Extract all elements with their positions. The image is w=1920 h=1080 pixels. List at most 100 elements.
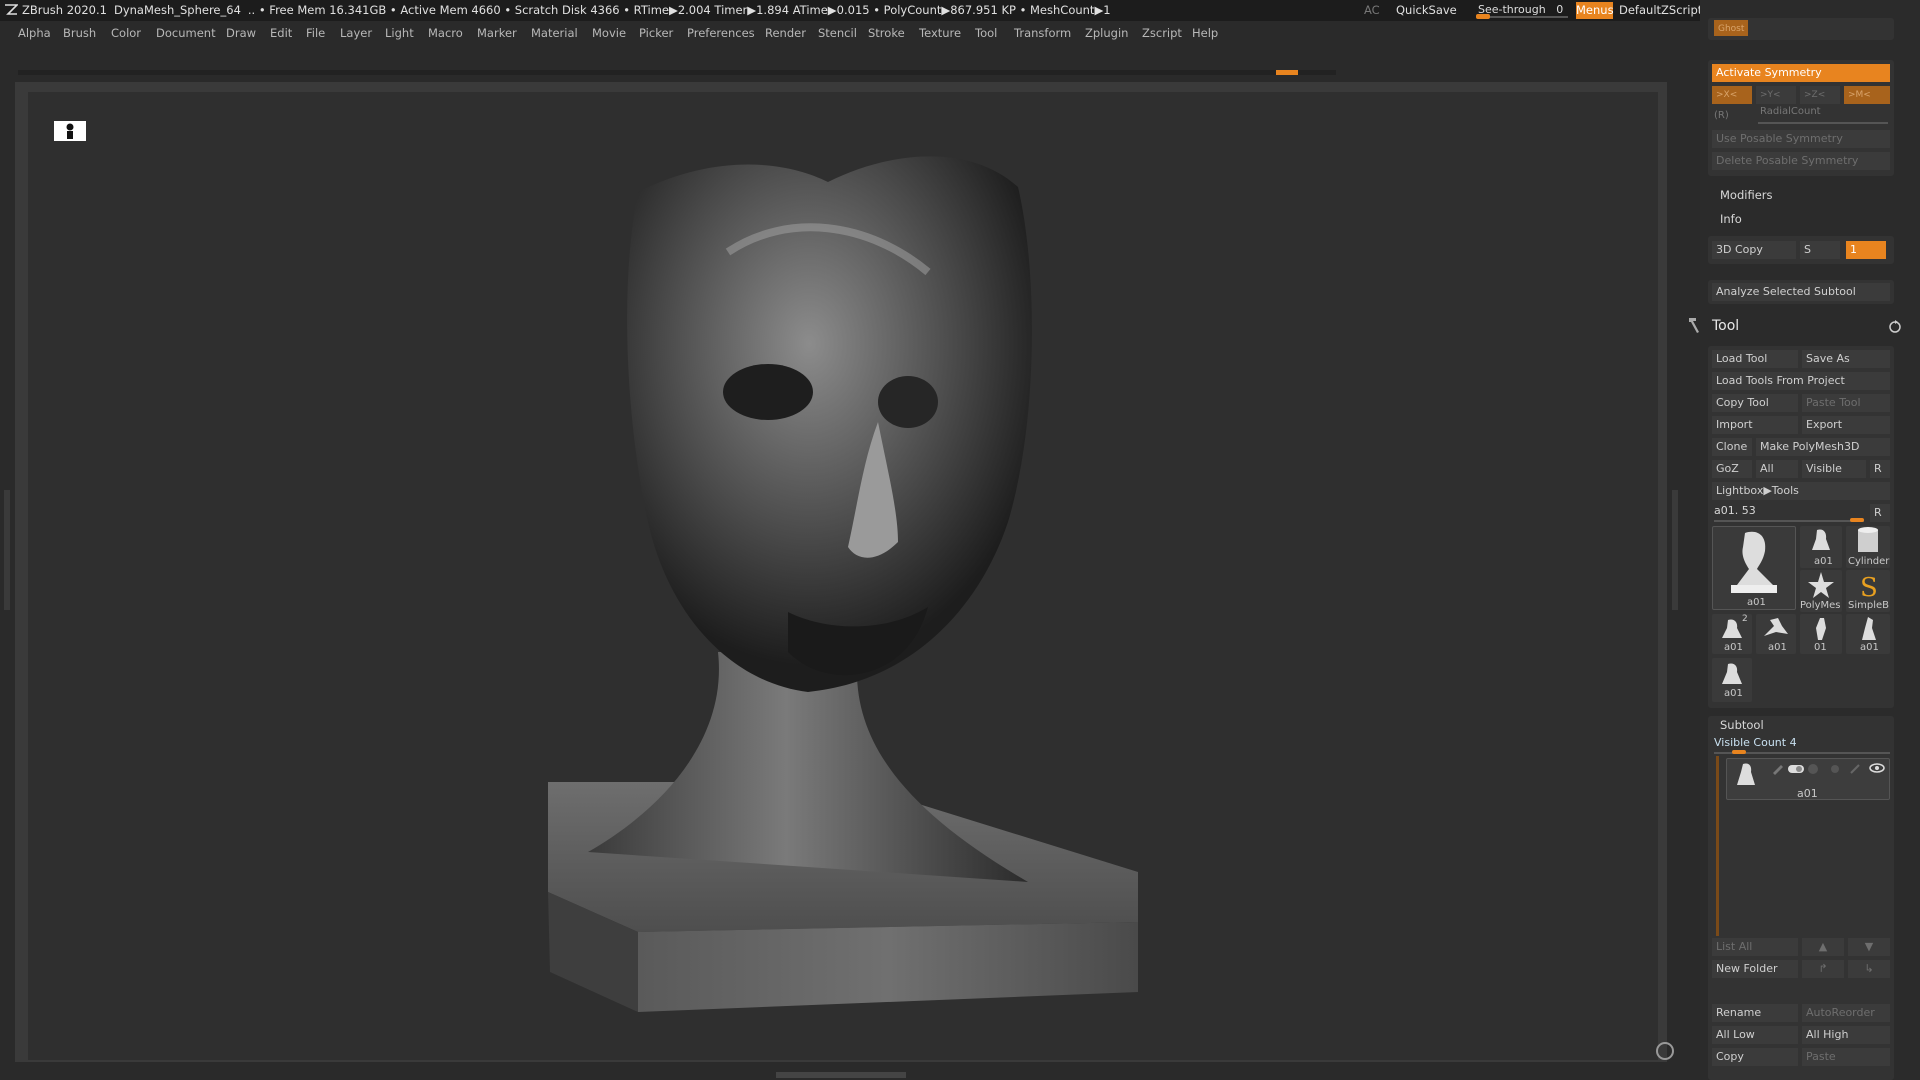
delete-posable-symmetry-button[interactable]: Delete Posable Symmetry — [1712, 152, 1890, 170]
tool-thumb-6[interactable]: a01 — [1756, 614, 1796, 654]
make-polymesh3d-button[interactable]: Make PolyMesh3D — [1756, 438, 1890, 456]
menu-transform[interactable]: Transform — [1014, 21, 1071, 45]
tool-r-button[interactable]: R — [1870, 504, 1890, 522]
lightbox-tools-button[interactable]: Lightbox▶Tools — [1712, 482, 1890, 500]
3d-copy-s-button[interactable]: S — [1800, 241, 1840, 259]
floor-gyro-icon[interactable] — [1656, 1042, 1674, 1060]
tool-thumb-7[interactable]: 01 — [1800, 614, 1842, 654]
menu-texture[interactable]: Texture — [919, 21, 961, 45]
tool-slider[interactable] — [1714, 520, 1864, 522]
see-through-slider[interactable]: See-through 0 — [1476, 2, 1568, 19]
tool-thumb-polymesh[interactable]: PolyMes — [1800, 570, 1842, 612]
subtool-polypaint-icon[interactable] — [1771, 763, 1785, 775]
all-high-button[interactable]: All High — [1802, 1026, 1890, 1044]
load-tool-button[interactable]: Load Tool — [1712, 350, 1798, 368]
symmetry-y-button[interactable]: >Y< — [1756, 86, 1796, 104]
menu-brush[interactable]: Brush — [63, 21, 96, 45]
tool-thumb-simplebrush[interactable]: S SimpleB — [1846, 570, 1890, 612]
document-canvas[interactable] — [28, 92, 1674, 1060]
symmetry-z-button[interactable]: >Z< — [1800, 86, 1840, 104]
right-tray-handle[interactable] — [1672, 490, 1678, 610]
quicksave-button[interactable]: QuickSave — [1396, 0, 1457, 21]
symmetry-x-button[interactable]: >X< — [1712, 86, 1752, 104]
folder-down-icon[interactable]: ↳ — [1848, 960, 1890, 978]
clone-button[interactable]: Clone — [1712, 438, 1752, 456]
ac-label[interactable]: AC — [1364, 0, 1380, 21]
sculpt-mesh[interactable] — [28, 92, 1658, 1060]
tool-thumb-9[interactable]: a01 — [1712, 658, 1752, 702]
menu-material[interactable]: Material — [531, 21, 578, 45]
menu-movie[interactable]: Movie — [592, 21, 626, 45]
symmetry-m-button[interactable]: >M< — [1844, 86, 1890, 104]
refresh-icon[interactable] — [1888, 320, 1902, 334]
import-button[interactable]: Import — [1712, 416, 1798, 434]
move-down-arrow-icon[interactable]: ▼ — [1848, 938, 1890, 956]
menu-render[interactable]: Render — [765, 21, 806, 45]
menus-toggle-button[interactable]: Menus — [1576, 2, 1614, 19]
subtool-paste-button[interactable]: Paste — [1802, 1048, 1890, 1066]
list-all-button[interactable]: List All — [1712, 938, 1798, 956]
menu-stencil[interactable]: Stencil — [818, 21, 857, 45]
radial-count-slider[interactable] — [1758, 122, 1888, 124]
subtool-brush-icon[interactable] — [1849, 763, 1861, 775]
menu-tool[interactable]: Tool — [975, 21, 997, 45]
subtool-solo-icon[interactable] — [1829, 763, 1841, 775]
tool-thumb-8[interactable]: a01 — [1846, 614, 1890, 654]
load-tools-from-project-button[interactable]: Load Tools From Project — [1712, 372, 1890, 390]
subtool-moon-icon[interactable] — [1807, 763, 1819, 775]
goz-r-button[interactable]: R — [1870, 460, 1890, 478]
rename-button[interactable]: Rename — [1712, 1004, 1798, 1022]
subtool-item[interactable]: a01 — [1726, 758, 1890, 800]
goz-visible-button[interactable]: Visible — [1802, 460, 1866, 478]
subtool-toggle-icon[interactable] — [1787, 763, 1805, 775]
paste-tool-button[interactable]: Paste Tool — [1802, 394, 1890, 412]
menu-preferences[interactable]: Preferences — [687, 21, 755, 45]
info-subpalette[interactable]: Info — [1720, 212, 1742, 226]
default-zscript-button[interactable]: DefaultZScript — [1619, 0, 1702, 21]
ghost-button[interactable]: Ghost — [1714, 20, 1748, 36]
subtool-copy-button[interactable]: Copy — [1712, 1048, 1798, 1066]
tool-slider-knob[interactable] — [1850, 518, 1864, 522]
analyze-selected-subtool-button[interactable]: Analyze Selected Subtool — [1712, 283, 1890, 301]
left-tray-handle[interactable] — [4, 490, 10, 610]
menu-help[interactable]: Help — [1192, 21, 1218, 45]
subtool-title[interactable]: Subtool — [1720, 718, 1764, 732]
folder-up-icon[interactable]: ↱ — [1802, 960, 1844, 978]
menu-light[interactable]: Light — [385, 21, 414, 45]
goz-button[interactable]: GoZ — [1712, 460, 1752, 478]
goz-all-button[interactable]: All — [1756, 460, 1798, 478]
menu-marker[interactable]: Marker — [477, 21, 517, 45]
menu-macro[interactable]: Macro — [428, 21, 463, 45]
see-through-knob[interactable] — [1476, 14, 1490, 19]
menu-zplugin[interactable]: Zplugin — [1085, 21, 1128, 45]
perspective-camera-icon[interactable] — [54, 121, 86, 141]
bottom-tray-handle[interactable] — [776, 1072, 906, 1078]
menu-color[interactable]: Color — [111, 21, 141, 45]
tool-thumb-5[interactable]: 2 a01 — [1712, 614, 1752, 654]
tool-thumb-cylinder[interactable]: Cylinder — [1846, 526, 1890, 568]
new-folder-button[interactable]: New Folder — [1712, 960, 1798, 978]
3d-copy-button[interactable]: 3D Copy — [1712, 241, 1796, 259]
menu-picker[interactable]: Picker — [639, 21, 673, 45]
modifiers-subpalette[interactable]: Modifiers — [1720, 188, 1773, 202]
menu-stroke[interactable]: Stroke — [868, 21, 905, 45]
use-posable-symmetry-button[interactable]: Use Posable Symmetry — [1712, 130, 1890, 148]
export-button[interactable]: Export — [1802, 416, 1890, 434]
autoreorder-button[interactable]: AutoReorder — [1802, 1004, 1890, 1022]
tool-thumb-1[interactable]: a01 — [1800, 526, 1842, 568]
menu-zscript[interactable]: Zscript — [1142, 21, 1182, 45]
tool-palette-title[interactable]: Tool — [1712, 318, 1739, 334]
move-up-arrow-icon[interactable]: ▲ — [1802, 938, 1844, 956]
menu-alpha[interactable]: Alpha — [18, 21, 51, 45]
menu-file[interactable]: File — [306, 21, 325, 45]
menu-draw[interactable]: Draw — [226, 21, 256, 45]
visible-count-knob[interactable] — [1732, 750, 1746, 754]
menu-document[interactable]: Document — [156, 21, 216, 45]
menu-edit[interactable]: Edit — [270, 21, 292, 45]
activate-symmetry-button[interactable]: Activate Symmetry — [1712, 64, 1890, 82]
3d-copy-value-field[interactable]: 1 — [1846, 241, 1886, 259]
subtool-scrollbar[interactable] — [1716, 756, 1719, 936]
copy-tool-button[interactable]: Copy Tool — [1712, 394, 1798, 412]
tool-thumb-main[interactable]: a01 — [1712, 526, 1796, 610]
radial-r-toggle[interactable]: (R) — [1714, 110, 1729, 121]
